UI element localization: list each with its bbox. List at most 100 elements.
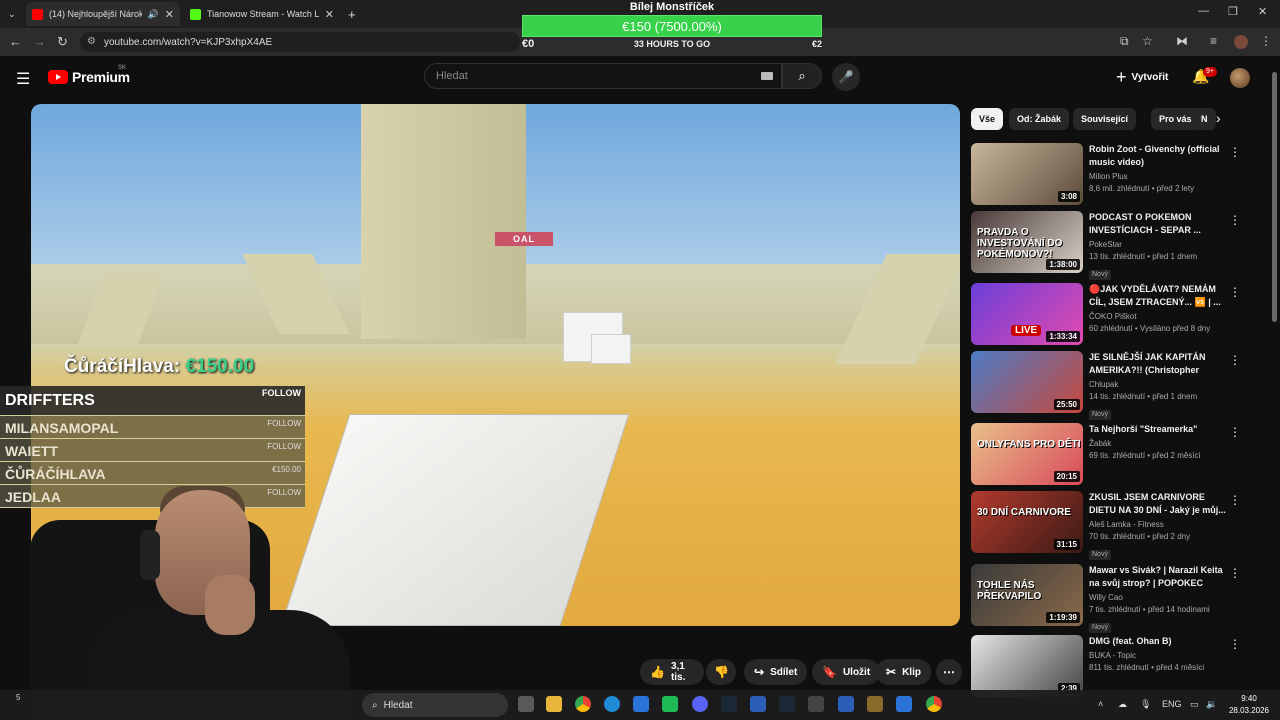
close-tab-icon[interactable]: ✕ [325,8,334,21]
video-title[interactable]: Mawar vs Sivák? | Narazil Keita na svůj … [1089,564,1227,590]
taskbar-clock[interactable]: 9:40 28.03.2026 [1222,693,1276,717]
cloud-icon[interactable]: ☁ [1118,699,1127,710]
video-title[interactable]: 🔴JAK VYDĚLÁVAT? NEMÁM CÍL, JSEM ZTRACENÝ… [1089,283,1227,309]
channel-name[interactable]: BUKA - Topic [1089,650,1227,661]
search-button[interactable]: ⌕ [782,63,822,89]
menu-icon[interactable]: ☰ [16,69,30,89]
save-button[interactable]: 🔖 Uložit [812,659,881,685]
search-input[interactable]: Hledat [424,63,782,89]
language-indicator[interactable]: ENG [1162,699,1182,709]
video-title[interactable]: JE SILNĚJŠÍ JAK KAPITÁN AMERIKA?!! (Chri… [1089,351,1227,377]
more-vertical-icon[interactable]: ⋮ [1229,285,1241,299]
file-explorer-icon[interactable] [546,696,562,712]
restore-icon[interactable]: ❐ [1228,5,1238,18]
tab-list-button[interactable]: ⌄ [2,2,24,26]
more-vertical-icon[interactable]: ⋮ [1229,493,1241,507]
video-thumbnail[interactable]: ONLYFANS PRO DĚTI 20:15 [971,423,1083,485]
volume-icon[interactable]: 🔉 [1206,699,1217,710]
video-thumbnail[interactable]: LIVE 1:33:34 [971,283,1083,345]
channel-name[interactable]: Milion Plus [1089,171,1227,182]
more-vertical-icon[interactable]: ⋮ [1229,353,1241,367]
task-view-icon[interactable] [518,696,534,712]
more-actions-button[interactable]: ⋯ [936,659,962,685]
youtube-logo[interactable]: Premium SK [48,65,130,85]
tray-overflow-icon[interactable]: ˄ [1098,699,1103,709]
steam-icon[interactable] [779,696,795,712]
scrollbar-thumb[interactable] [1272,72,1277,322]
cast-icon[interactable]: ⧉ [1120,34,1129,49]
recommendation-item[interactable]: 2:39 DMG (feat. Ohan B) BUKA - Topic 811 ti… [971,635,1261,697]
more-vertical-icon[interactable]: ⋮ [1229,425,1241,439]
recommendation-item[interactable]: TOHLE NÁS PŘEKVAPILO 1:19:39 Mawar vs Sivá… [971,564,1261,633]
minimize-icon[interactable]: — [1198,5,1209,17]
recommendation-item[interactable]: ONLYFANS PRO DĚTI 20:15 Ta Nejhorší "Strea… [971,423,1261,485]
chip-from-channel[interactable]: Od: Žabák [1009,108,1070,130]
browser-menu-icon[interactable]: ⋮ [1260,34,1272,48]
chrome-icon[interactable] [575,696,591,712]
channel-name[interactable]: Chlupak [1089,379,1227,390]
app-icon[interactable] [662,696,678,712]
like-button[interactable]: 👍 3,1 tis. [640,659,704,685]
app-icon[interactable] [838,696,854,712]
chip-related[interactable]: Související [1073,108,1137,130]
more-vertical-icon[interactable]: ⋮ [1229,637,1241,651]
network-icon[interactable]: ▭ [1190,699,1199,710]
voice-search-button[interactable]: 🎤 [832,63,860,91]
video-thumbnail[interactable]: TOHLE NÁS PŘEKVAPILO 1:19:39 [971,564,1083,626]
new-tab-button[interactable]: + [342,2,364,26]
clip-button[interactable]: ✂ Klip [876,659,931,685]
chip-all[interactable]: Vše [971,108,1004,130]
video-title[interactable]: Ta Nejhorší "Streamerka" [1089,423,1227,436]
recommendation-item[interactable]: PRAVDA O INVESTOVÁNÍ DO POKÉMONOV?! 1:38:… [971,211,1261,280]
reload-icon[interactable]: ↻ [57,34,68,50]
more-vertical-icon[interactable]: ⋮ [1229,213,1241,227]
channel-name[interactable]: Žabák [1089,438,1227,449]
keyboard-icon[interactable] [761,72,773,80]
dislike-button[interactable]: 👎 [706,659,736,685]
reading-list-icon[interactable]: ≡ [1210,34,1217,48]
video-title[interactable]: PODCAST O POKEMON INVESTÍCIACH - SEPAR .… [1089,211,1227,237]
store-icon[interactable] [633,696,649,712]
close-tab-icon[interactable]: ✕ [165,8,174,21]
bookmark-star-icon[interactable]: ☆ [1142,34,1153,48]
video-thumbnail[interactable]: 30 DNÍ CARNIVORE 31:15 [971,491,1083,553]
share-button[interactable]: ↪ Sdílet [744,659,808,685]
chevron-right-icon[interactable]: › [1216,110,1221,126]
video-title[interactable]: Robin Zoot - Givenchy (official music vi… [1089,143,1227,169]
close-window-icon[interactable]: ✕ [1258,5,1267,18]
video-thumbnail[interactable]: 2:39 [971,635,1083,697]
create-button[interactable]: + Vytvořit [1116,66,1168,88]
more-vertical-icon[interactable]: ⋮ [1229,145,1241,159]
edge-icon[interactable] [604,696,620,712]
app-icon[interactable] [750,696,766,712]
taskbar-search[interactable]: ⌕ Hledat [362,693,508,717]
audio-icon[interactable]: 🔊 [148,9,159,20]
video-thumbnail[interactable]: PRAVDA O INVESTOVÁNÍ DO POKÉMONOV?! 1:38:… [971,211,1083,273]
video-thumbnail[interactable]: 25:50 [971,351,1083,413]
recommendation-item[interactable]: 25:50 JE SILNĚJŠÍ JAK KAPITÁN AMERIKA?!! … [971,351,1261,420]
profile-avatar[interactable] [1234,35,1248,49]
channel-name[interactable]: Aleš Lamka - Fitness [1089,519,1227,530]
widgets-notification[interactable]: 5 [16,693,20,702]
channel-name[interactable]: PokeStar [1089,239,1227,250]
video-title[interactable]: DMG (feat. Ohan B) [1089,635,1227,648]
tab-kick[interactable]: Tianowow Stream - Watch Live... ✕ [184,2,340,26]
page-scrollbar[interactable] [1272,62,1278,720]
video-title[interactable]: ZKUSIL JSEM CARNIVORE DIETU NA 30 DNÍ - … [1089,491,1227,517]
steam-icon[interactable] [721,696,737,712]
microphone-tray-icon[interactable]: 🎙 [1140,699,1151,710]
address-bar[interactable]: ⚙ youtube.com/watch?v=KJP3xhpX4AE [80,32,520,52]
app-icon[interactable] [896,696,912,712]
tab-youtube[interactable]: (14) Nejhloupější Nároky na... 🔊 ✕ [26,2,180,26]
recommendation-item[interactable]: 3:08 Robin Zoot - Givenchy (official musi… [971,143,1261,205]
app-icon[interactable] [867,696,883,712]
forward-icon[interactable]: → [33,34,46,49]
chrome-active-icon[interactable] [926,696,942,712]
recommendation-item[interactable]: 30 DNÍ CARNIVORE 31:15 ZKUSIL JSEM CARNIVO… [971,491,1261,560]
site-info-icon[interactable]: ⚙ [87,36,96,47]
extensions-icon[interactable]: ⧓ [1176,34,1188,48]
back-icon[interactable]: ← [9,34,22,49]
chip-next[interactable]: N [1193,108,1216,130]
discord-icon[interactable] [692,696,708,712]
channel-name[interactable]: Willy Cao [1089,592,1227,603]
